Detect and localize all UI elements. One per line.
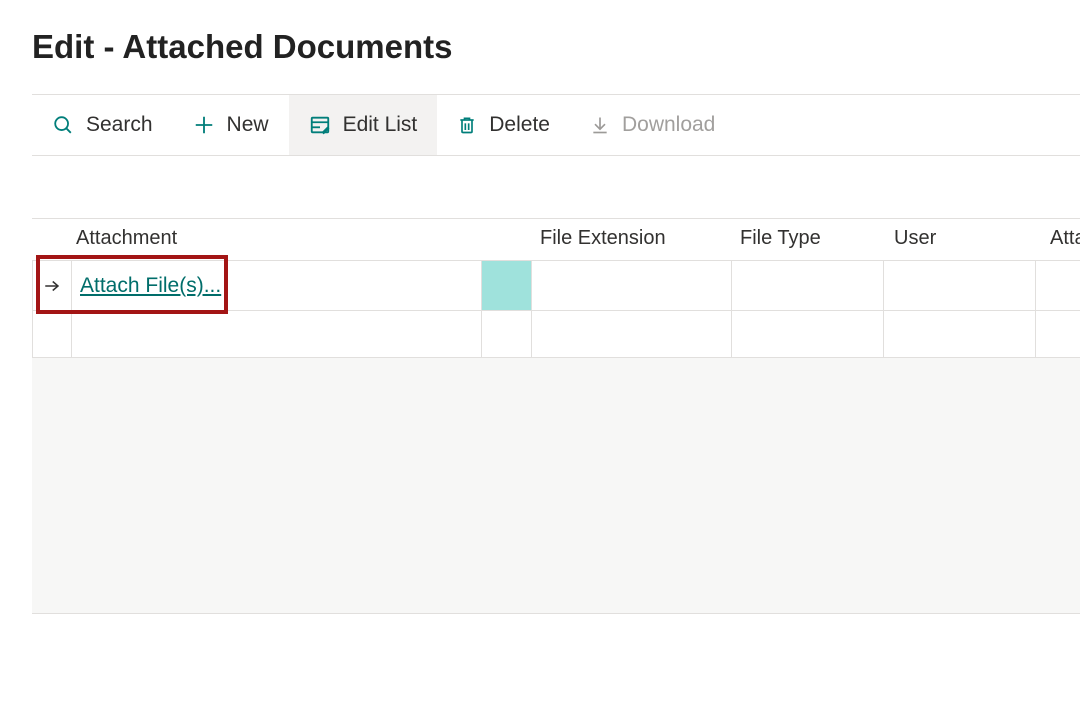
trash-icon	[457, 114, 477, 136]
new-button[interactable]: New	[173, 95, 289, 155]
new-label: New	[227, 113, 269, 137]
page-title: Edit - Attached Documents	[32, 28, 1080, 66]
attachment-cell[interactable]	[72, 310, 482, 358]
download-icon	[590, 114, 610, 136]
edit-list-icon	[309, 114, 331, 136]
col-file-extension[interactable]: File Extension	[532, 219, 732, 260]
download-button[interactable]: Download	[570, 95, 735, 155]
arrow-right-icon	[43, 277, 61, 295]
attachment-extra-cell[interactable]	[482, 310, 532, 358]
col-attachment[interactable]: Attachment	[72, 219, 532, 260]
toolbar: Search New Edit List	[32, 94, 1080, 156]
plus-icon	[193, 114, 215, 136]
attachment-extra-cell[interactable]	[482, 260, 532, 310]
col-attached[interactable]: Attached	[1036, 219, 1080, 260]
table-empty-area	[32, 358, 1080, 614]
search-label: Search	[86, 113, 153, 137]
delete-button[interactable]: Delete	[437, 95, 570, 155]
attach-files-link[interactable]: Attach File(s)...	[72, 274, 221, 298]
attachment-cell[interactable]: Attach File(s)...	[72, 260, 482, 310]
user-cell[interactable]	[884, 310, 1036, 358]
delete-label: Delete	[489, 113, 550, 137]
table-row	[32, 310, 1080, 358]
attached-cell[interactable]	[1036, 260, 1080, 310]
edit-list-label: Edit List	[343, 113, 418, 137]
search-icon	[52, 114, 74, 136]
row-selector[interactable]	[32, 260, 72, 310]
table-header: Attachment File Extension File Type User…	[32, 219, 1080, 260]
file-extension-cell[interactable]	[532, 310, 732, 358]
attached-cell[interactable]	[1036, 310, 1080, 358]
table-row: Attach File(s)...	[32, 260, 1080, 310]
search-button[interactable]: Search	[32, 95, 173, 155]
col-file-type[interactable]: File Type	[732, 219, 884, 260]
file-extension-cell[interactable]	[532, 260, 732, 310]
file-type-cell[interactable]	[732, 310, 884, 358]
user-cell[interactable]	[884, 260, 1036, 310]
edit-list-button[interactable]: Edit List	[289, 95, 438, 155]
col-user[interactable]: User	[884, 219, 1036, 260]
row-selector[interactable]	[32, 310, 72, 358]
download-label: Download	[622, 113, 715, 137]
attachments-table: Attachment File Extension File Type User…	[32, 218, 1080, 614]
file-type-cell[interactable]	[732, 260, 884, 310]
